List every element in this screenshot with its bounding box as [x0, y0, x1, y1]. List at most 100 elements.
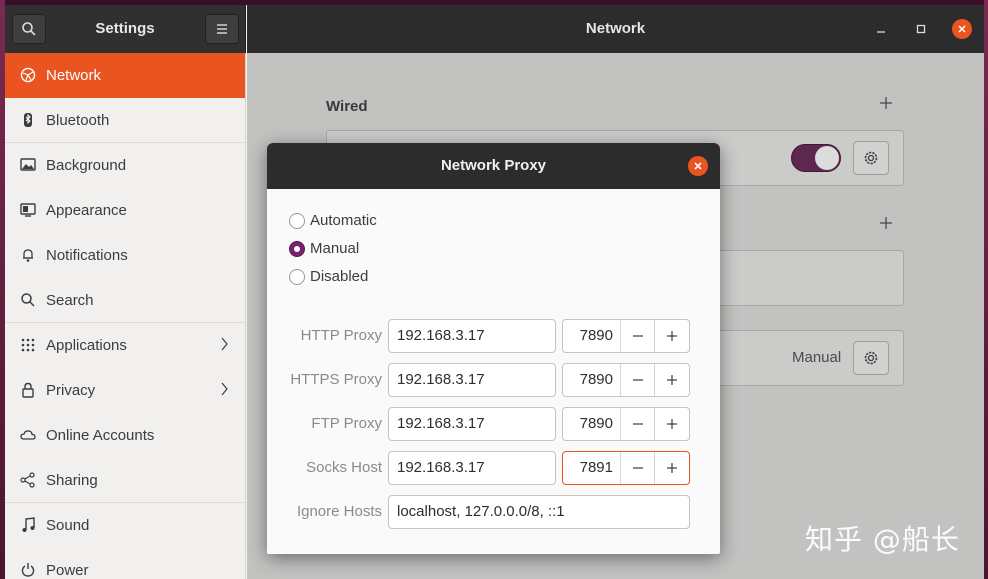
bluetooth-icon: [19, 111, 37, 129]
sidebar-item-label: Privacy: [46, 381, 96, 399]
wired-toggle[interactable]: [791, 144, 841, 172]
port-value[interactable]: 7890: [563, 364, 621, 396]
sidebar-item-label: Notifications: [46, 246, 128, 264]
sidebar-item-label: Sharing: [46, 471, 98, 489]
sidebar-item-label: Applications: [46, 336, 127, 354]
sidebar-item-network[interactable]: Network: [5, 53, 245, 98]
decrement-button[interactable]: [621, 408, 655, 440]
proxy-status: Manual: [792, 349, 842, 366]
chevron-right-icon: [221, 381, 229, 401]
port-value[interactable]: 7890: [563, 408, 621, 440]
decrement-button[interactable]: [621, 364, 655, 396]
minimize-button[interactable]: [869, 17, 893, 41]
radio-manual[interactable]: Manual: [289, 240, 359, 257]
https-port-stepper[interactable]: 7890: [562, 363, 690, 397]
menu-button[interactable]: [205, 14, 239, 44]
add-vpn-button[interactable]: [879, 213, 893, 236]
port-value[interactable]: 7891: [563, 452, 621, 484]
port-value[interactable]: 7890: [563, 320, 621, 352]
cloud-icon: [19, 426, 37, 444]
increment-button[interactable]: [655, 364, 689, 396]
sidebar-item-sound[interactable]: Sound: [5, 503, 245, 548]
close-window-button[interactable]: [952, 19, 972, 39]
increment-button[interactable]: [655, 320, 689, 352]
ignore-hosts-label: Ignore Hosts: [296, 503, 382, 520]
http-port-stepper[interactable]: 7890: [562, 319, 690, 353]
ignore-hosts-input[interactable]: localhost, 127.0.0.0/8, ::1: [388, 495, 690, 529]
wired-settings-button[interactable]: [853, 141, 889, 175]
radio-label: Manual: [310, 240, 360, 257]
share-icon: [19, 471, 37, 489]
increment-button[interactable]: [655, 452, 689, 484]
decrement-button[interactable]: [621, 320, 655, 352]
https-proxy-label: HTTPS Proxy: [290, 371, 382, 388]
main-header: Network: [247, 5, 984, 53]
hamburger-icon: [217, 24, 227, 34]
radio-label: Disabled: [310, 268, 369, 285]
socks-host-input[interactable]: 192.168.3.17: [388, 451, 556, 485]
sidebar-item-label: Appearance: [46, 201, 127, 219]
dialog-title: Network Proxy: [440, 157, 547, 174]
minimize-icon: [877, 31, 885, 33]
radio-label: Automatic: [310, 212, 377, 229]
sidebar-item-bluetooth[interactable]: Bluetooth: [5, 98, 245, 143]
minus-icon: [632, 467, 643, 469]
appearance-icon: [19, 201, 37, 219]
sidebar-item-label: Search: [46, 291, 94, 309]
http-proxy-label: HTTP Proxy: [300, 327, 382, 344]
settings-title: Settings: [95, 20, 155, 37]
minus-icon: [632, 335, 643, 337]
sidebar-item-online-accounts[interactable]: Online Accounts: [5, 413, 245, 458]
sidebar-item-privacy[interactable]: Privacy: [5, 368, 245, 413]
radio-button[interactable]: [289, 268, 305, 285]
dialog-close-button[interactable]: [688, 156, 708, 176]
socks-port-stepper[interactable]: 7891: [562, 451, 690, 485]
sidebar-item-power[interactable]: Power: [5, 548, 245, 579]
sidebar-item-background[interactable]: Background: [5, 143, 245, 188]
wired-title: Wired: [326, 98, 368, 115]
radio-button[interactable]: [289, 240, 305, 257]
increment-button[interactable]: [655, 408, 689, 440]
decrement-button[interactable]: [621, 452, 655, 484]
proxy-settings-button[interactable]: [853, 341, 889, 375]
sidebar-item-search[interactable]: Search: [5, 278, 245, 323]
close-icon: [958, 25, 966, 33]
maximize-icon: [916, 24, 926, 34]
ftp-proxy-label: FTP Proxy: [311, 415, 382, 432]
watermark: 知乎 @船长: [805, 523, 960, 556]
plus-icon: [667, 331, 677, 341]
ftp-host-input[interactable]: 192.168.3.17: [388, 407, 556, 441]
search-icon: [19, 291, 37, 309]
add-wired-button[interactable]: [879, 93, 893, 116]
gear-icon: [864, 351, 878, 365]
bell-icon: [19, 246, 37, 264]
dialog-header: Network Proxy: [267, 143, 720, 189]
background-icon: [19, 156, 37, 174]
search-button[interactable]: [12, 14, 46, 44]
close-icon: [694, 162, 702, 170]
http-host-input[interactable]: 192.168.3.17: [388, 319, 556, 353]
ftp-port-stepper[interactable]: 7890: [562, 407, 690, 441]
music-note-icon: [19, 516, 37, 534]
lock-icon: [19, 381, 37, 399]
maximize-button[interactable]: [909, 17, 933, 41]
sidebar-item-appearance[interactable]: Appearance: [5, 188, 245, 233]
sidebar-item-label: Power: [46, 561, 89, 579]
sidebar-item-sharing[interactable]: Sharing: [5, 458, 245, 503]
plus-icon: [880, 97, 892, 109]
radio-automatic[interactable]: Automatic: [289, 212, 377, 229]
radio-disabled[interactable]: Disabled: [289, 268, 368, 285]
sidebar: Network Bluetooth Background Appearance …: [5, 53, 246, 579]
sidebar-item-notifications[interactable]: Notifications: [5, 233, 245, 278]
gear-icon: [864, 151, 878, 165]
settings-window: Settings Network Network Bluetooth Backg…: [5, 5, 984, 579]
sidebar-item-label: Bluetooth: [46, 111, 110, 129]
radio-button[interactable]: [289, 212, 305, 229]
sidebar-item-applications[interactable]: Applications: [5, 323, 245, 368]
sidebar-item-label: Background: [46, 156, 127, 174]
sidebar-item-label: Network: [46, 66, 102, 84]
desktop-right-edge: [984, 0, 988, 579]
power-icon: [19, 561, 37, 579]
grid-icon: [19, 336, 37, 354]
https-host-input[interactable]: 192.168.3.17: [388, 363, 556, 397]
